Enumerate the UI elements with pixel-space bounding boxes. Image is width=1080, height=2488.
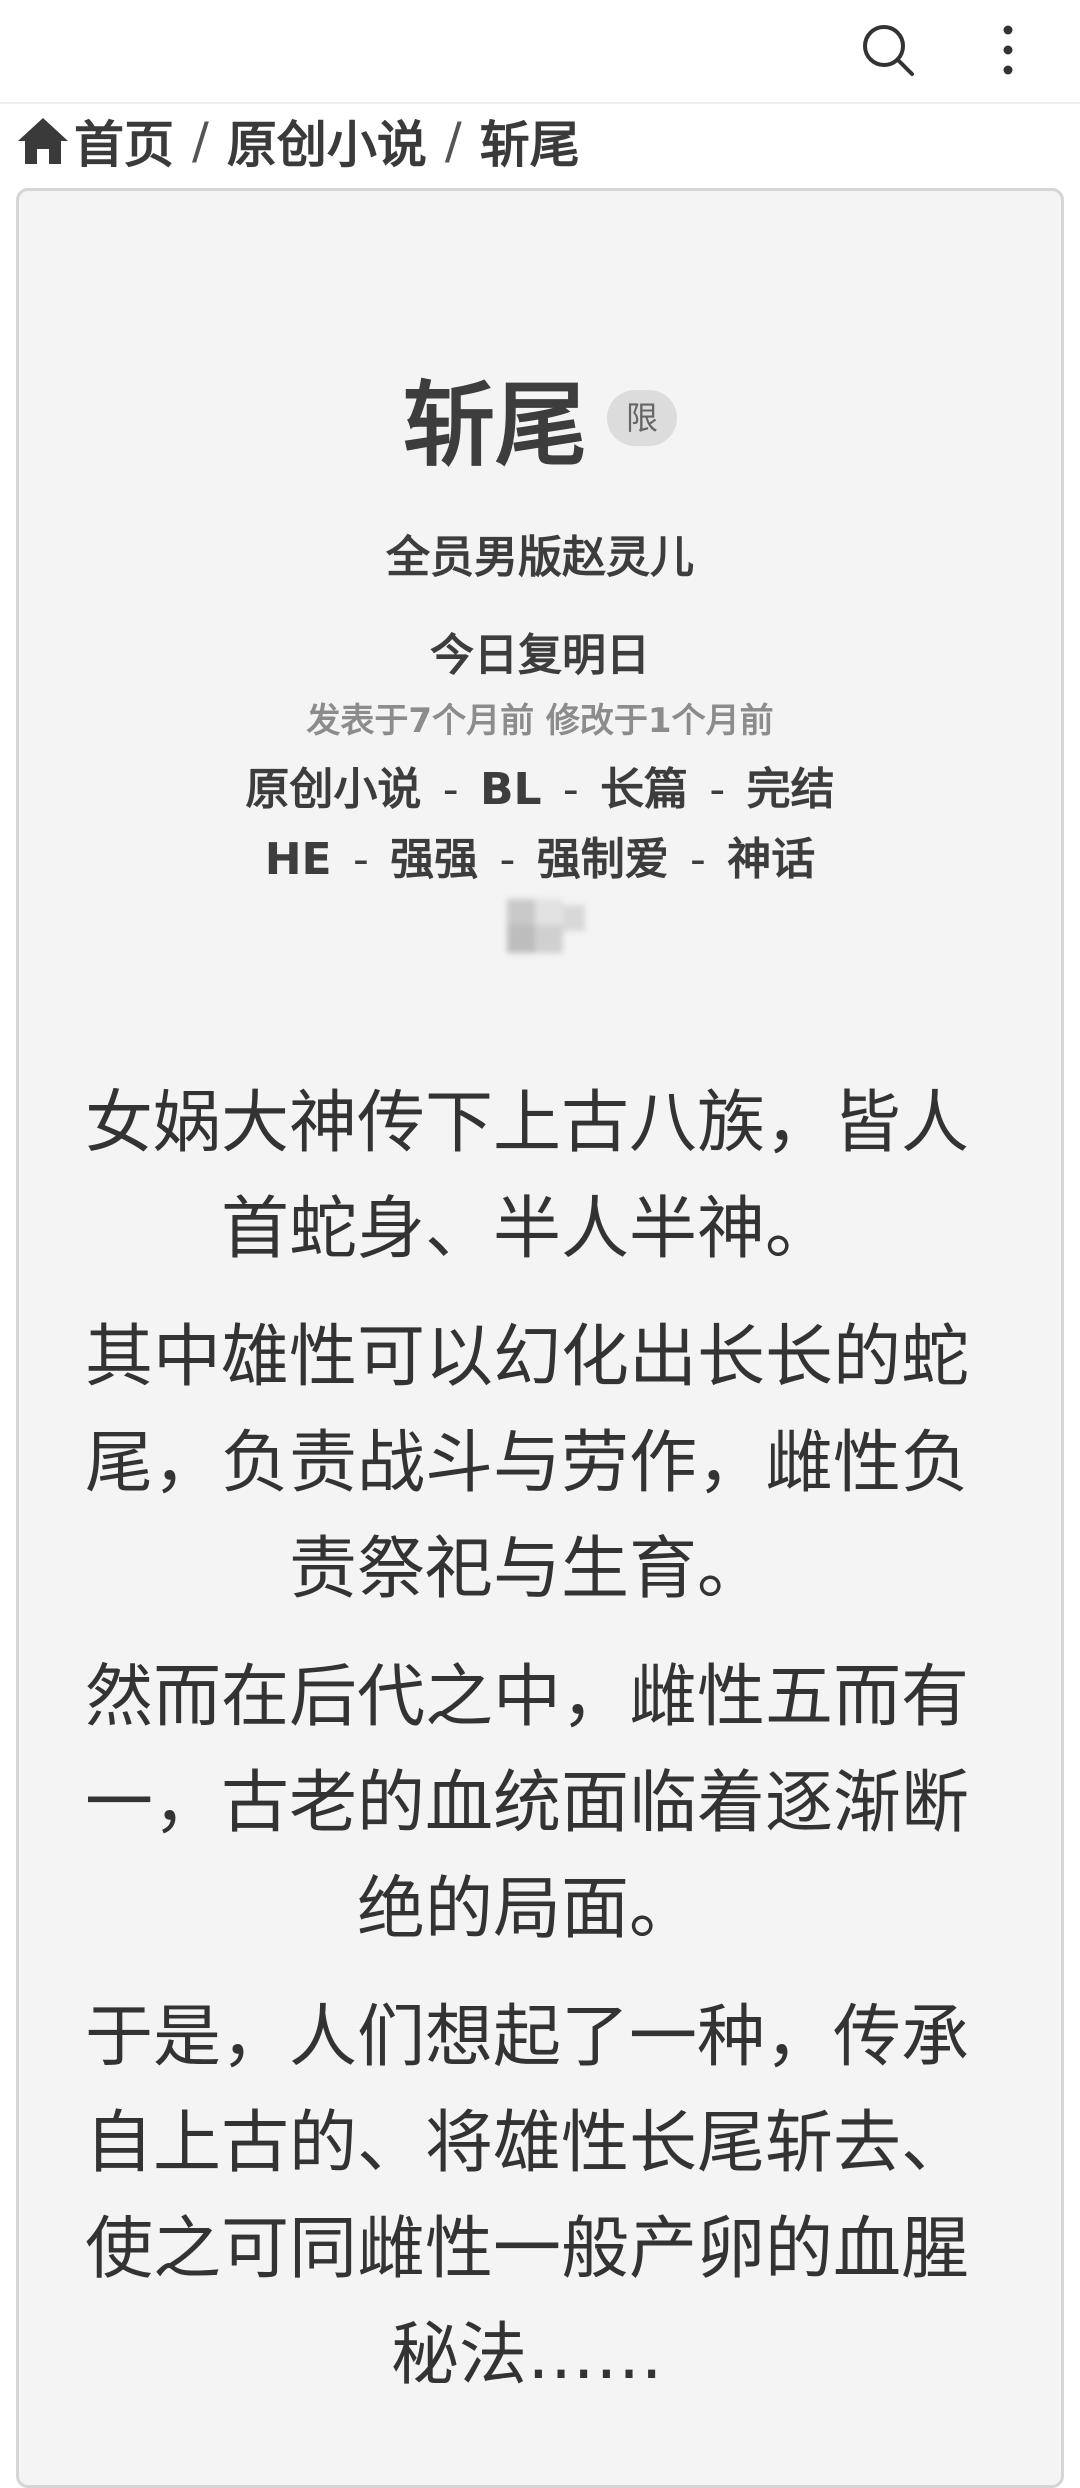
tag-ending[interactable]: HE	[265, 834, 332, 885]
search-icon	[863, 25, 914, 76]
work-subtitle: 今日复明日	[430, 630, 650, 681]
tag-genre[interactable]: BL	[480, 764, 542, 815]
tag-category[interactable]: 原创小说	[245, 764, 421, 815]
more-menu-button[interactable]	[980, 20, 1036, 80]
search-button[interactable]	[858, 20, 918, 80]
publish-meta: 发表于7个月前 修改于1个月前	[306, 701, 774, 741]
breadcrumb: 首页 / 原创小说 / 斩尾	[16, 106, 580, 176]
summary-paragraph: 于是，人们想起了一种，传承自上古的、将雄性长尾斩去、使之可同雌性一般产卵的血腥秘…	[84, 1998, 969, 2395]
tags-line-2: HE - 强强 - 强制爱 - 神话	[19, 823, 1061, 887]
breadcrumb-category[interactable]: 原创小说	[227, 105, 427, 177]
restricted-badge: 限	[607, 389, 677, 446]
top-app-bar	[0, 0, 1080, 104]
tag-theme[interactable]: 强强	[390, 834, 478, 885]
author-name[interactable]: 全员男版赵灵儿	[19, 521, 1061, 585]
breadcrumb-current: 斩尾	[479, 116, 580, 174]
work-card: 斩尾限 全员男版赵灵儿 今日复明日 发表于7个月前 修改于1个月前 原创小说 -…	[16, 188, 1064, 2488]
breadcrumb-home[interactable]: 首页	[74, 105, 174, 177]
more-vertical-icon	[1003, 25, 1013, 75]
tag-separator: -	[442, 764, 459, 815]
tag-length[interactable]: 长篇	[600, 764, 688, 815]
tag-separator: -	[352, 834, 369, 885]
summary-paragraph: 然而在后代之中，雌性五而有一，古老的血统面临着逐渐断绝的局面。	[84, 1658, 969, 1949]
blurred-avatar-image	[507, 899, 587, 955]
tag-separator: -	[709, 764, 726, 815]
breadcrumb-separator: /	[192, 112, 209, 170]
home-icon[interactable]	[16, 114, 70, 168]
title-row: 斩尾限	[19, 351, 1061, 484]
tag-theme[interactable]: 强制爱	[537, 834, 669, 885]
work-title: 斩尾	[402, 372, 587, 479]
tag-separator: -	[499, 834, 516, 885]
tag-separator: -	[562, 764, 579, 815]
tag-separator: -	[690, 834, 706, 885]
summary-text: 女娲大神传下上古八族，皆人首蛇身、半人半神。 其中雄性可以幻化出长长的蛇尾，负责…	[73, 1071, 981, 2431]
summary-paragraph: 女娲大神传下上古八族，皆人首蛇身、半人半神。	[84, 1084, 969, 1269]
tag-status[interactable]: 完结	[747, 764, 835, 815]
summary-paragraph: 其中雄性可以幻化出长长的蛇尾，负责战斗与劳作，雌性负责祭祀与生育。	[84, 1318, 969, 1609]
breadcrumb-separator: /	[444, 112, 462, 170]
tags-line-1: 原创小说 - BL - 长篇 - 完结	[19, 753, 1061, 817]
tag-theme[interactable]: 神话	[727, 834, 815, 885]
